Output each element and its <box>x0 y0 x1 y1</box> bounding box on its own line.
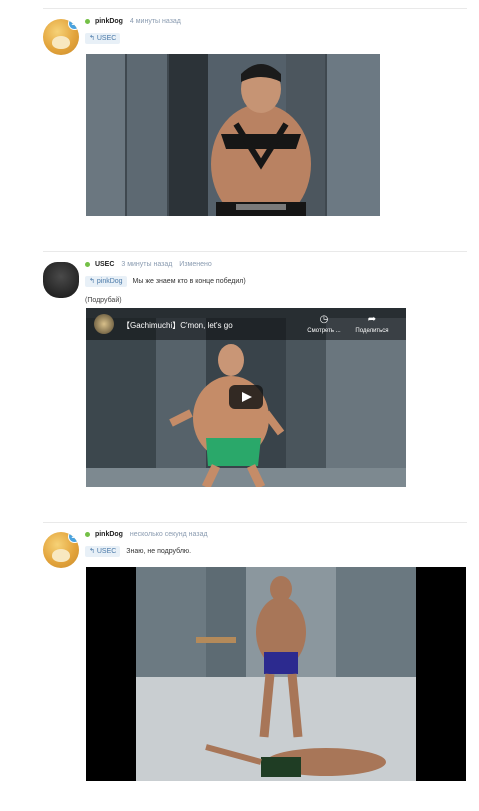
post-meta: pinkDog несколько секунд назад <box>85 531 208 543</box>
post-divider-1 <box>43 251 467 252</box>
reply-to-tag[interactable]: ↰ USEC <box>85 33 121 44</box>
share-label: Поделиться <box>355 328 389 334</box>
reply-line: ↰ USEC Знаю, не подрублю. <box>85 546 191 557</box>
watch-later-button[interactable]: ◷ Смотреть ... <box>302 314 346 334</box>
online-status-icon <box>85 532 90 537</box>
timestamp[interactable]: 4 минуты назад <box>130 18 181 25</box>
comment-text: Мы же знаем кто в конце победил) <box>132 278 246 285</box>
channel-avatar[interactable] <box>94 314 114 334</box>
username[interactable]: pinkDog <box>95 531 123 538</box>
edited-label[interactable]: Изменено <box>179 261 211 268</box>
watch-later-label: Смотреть ... <box>307 328 341 334</box>
reply-to-username: USEC <box>96 35 117 42</box>
top-divider <box>43 8 467 9</box>
avatar[interactable] <box>43 262 79 298</box>
gif-scene-image <box>86 54 380 216</box>
post-meta: USEC 3 минуты назад Изменено <box>85 261 212 273</box>
timestamp[interactable]: 3 минуты назад <box>121 261 172 268</box>
reply-to-tag[interactable]: ↰ pinkDog <box>85 276 127 287</box>
username[interactable]: pinkDog <box>95 18 123 25</box>
online-status-icon <box>85 262 90 267</box>
gif-scene-image <box>86 567 466 781</box>
reply-line: ↰ pinkDog Мы же знаем кто в конце победил… <box>85 276 246 287</box>
timestamp[interactable]: несколько секунд назад <box>130 531 208 538</box>
cloud-badge-icon: ☁ <box>68 532 79 543</box>
reply-to-tag[interactable]: ↰ USEC <box>85 546 121 557</box>
youtube-embed[interactable]: 【Gachimuchi】C'mon, let's go ◷ Смотреть .… <box>86 308 406 487</box>
comment-post-3: ☁ pinkDog несколько секунд назад ↰ USEC З… <box>43 530 467 785</box>
comment-post-2: USEC 3 минуты назад Изменено ↰ pinkDog Мы… <box>43 260 467 490</box>
cloud-badge-icon: ☁ <box>68 19 79 30</box>
reply-line: ↰ USEC <box>85 33 121 44</box>
share-icon: ➦ <box>367 314 377 325</box>
reply-arrow-icon: ↰ <box>89 548 95 555</box>
post-divider-2 <box>43 522 467 523</box>
comment-extra-text: (Подрубай) <box>85 297 122 304</box>
video-title[interactable]: 【Gachimuchi】C'mon, let's go <box>122 320 233 331</box>
comment-text: Знаю, не подрублю. <box>126 548 192 555</box>
play-icon[interactable] <box>229 385 263 409</box>
reply-arrow-icon: ↰ <box>89 278 95 285</box>
clock-icon: ◷ <box>319 314 329 325</box>
post-meta: pinkDog 4 минуты назад <box>85 18 181 30</box>
reply-to-username: pinkDog <box>96 278 123 285</box>
avatar[interactable]: ☁ <box>43 19 79 55</box>
embedded-gif[interactable] <box>86 567 466 781</box>
embedded-gif[interactable] <box>86 54 380 216</box>
reply-arrow-icon: ↰ <box>89 35 95 42</box>
reply-to-username: USEC <box>96 548 117 555</box>
online-status-icon <box>85 19 90 24</box>
username[interactable]: USEC <box>95 261 114 268</box>
avatar[interactable]: ☁ <box>43 532 79 568</box>
share-button[interactable]: ➦ Поделиться <box>350 314 394 334</box>
comment-post-1: ☁ pinkDog 4 минуты назад ↰ USEC <box>43 17 467 217</box>
